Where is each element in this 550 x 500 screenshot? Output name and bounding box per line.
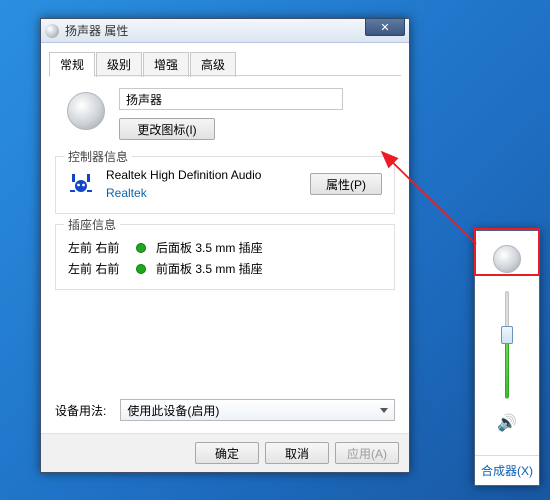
jack-group-title: 插座信息 [64,216,120,233]
jack-color-dot [136,243,146,253]
change-icon-button[interactable]: 更改图标(I) [119,118,215,140]
chevron-down-icon [380,408,388,413]
sound-icon[interactable]: 🔊 [497,413,517,433]
tab-levels[interactable]: 级别 [96,52,142,77]
dialog-button-row: 确定 取消 应用(A) [41,433,409,472]
tab-content-general: 更改图标(I) 控制器信息 Realt [41,76,409,433]
speaker-icon [45,24,59,38]
controller-vendor[interactable]: Realtek [106,185,298,201]
titlebar[interactable]: 扬声器 属性 ✕ [41,19,409,43]
tab-enhancements[interactable]: 增强 [143,52,189,77]
device-fields: 更改图标(I) [119,88,395,140]
tab-general[interactable]: 常规 [49,52,95,77]
cancel-button[interactable]: 取消 [265,442,329,464]
controller-group-title: 控制器信息 [64,148,132,165]
close-icon: ✕ [380,21,389,34]
device-header: 更改图标(I) [55,88,395,140]
jack-row: 左前 右前 后面板 3.5 mm 插座 [68,239,382,256]
close-button[interactable]: ✕ [365,18,405,36]
device-usage-select[interactable]: 使用此设备(启用) [120,399,395,421]
volume-flyout: 🔊 合成器(X) [474,230,540,486]
speaker-icon [493,245,521,273]
controller-row: Realtek High Definition Audio Realtek 属性… [68,167,382,201]
jack-color-dot [136,264,146,274]
volume-slider[interactable] [505,291,509,399]
controller-properties-button[interactable]: 属性(P) [310,173,382,195]
controller-name: Realtek High Definition Audio [106,167,298,183]
usage-label: 设备用法: [55,402,106,419]
jack-lr-label: 左前 右前 [68,260,126,277]
jack-desc: 后面板 3.5 mm 插座 [156,239,263,256]
device-usage-row: 设备用法: 使用此设备(启用) [55,395,395,425]
usage-value: 使用此设备(启用) [127,402,219,419]
jack-row: 左前 右前 前面板 3.5 mm 插座 [68,260,382,277]
volume-slider-fill [505,335,509,398]
tab-advanced[interactable]: 高级 [190,52,236,77]
mixer-link[interactable]: 合成器(X) [475,455,539,485]
tabstrip: 常规 级别 增强 高级 [41,43,409,76]
realtek-icon [68,172,94,196]
volume-device-button[interactable] [484,239,530,279]
device-icon [67,92,105,130]
controller-info-group: 控制器信息 Realtek High Definition Audio [55,156,395,214]
controller-text: Realtek High Definition Audio Realtek [106,167,298,201]
volume-slider-thumb[interactable] [501,326,513,344]
jack-info-group: 插座信息 左前 右前 后面板 3.5 mm 插座 左前 右前 前面板 3.5 m… [55,224,395,290]
speaker-properties-dialog: 扬声器 属性 ✕ 常规 级别 增强 高级 更改图标(I) 控制器信息 [40,18,410,473]
device-name-input[interactable] [119,88,343,110]
ok-button[interactable]: 确定 [195,442,259,464]
apply-button[interactable]: 应用(A) [335,442,399,464]
window-title: 扬声器 属性 [65,22,405,39]
jack-lr-label: 左前 右前 [68,239,126,256]
jack-desc: 前面板 3.5 mm 插座 [156,260,263,277]
